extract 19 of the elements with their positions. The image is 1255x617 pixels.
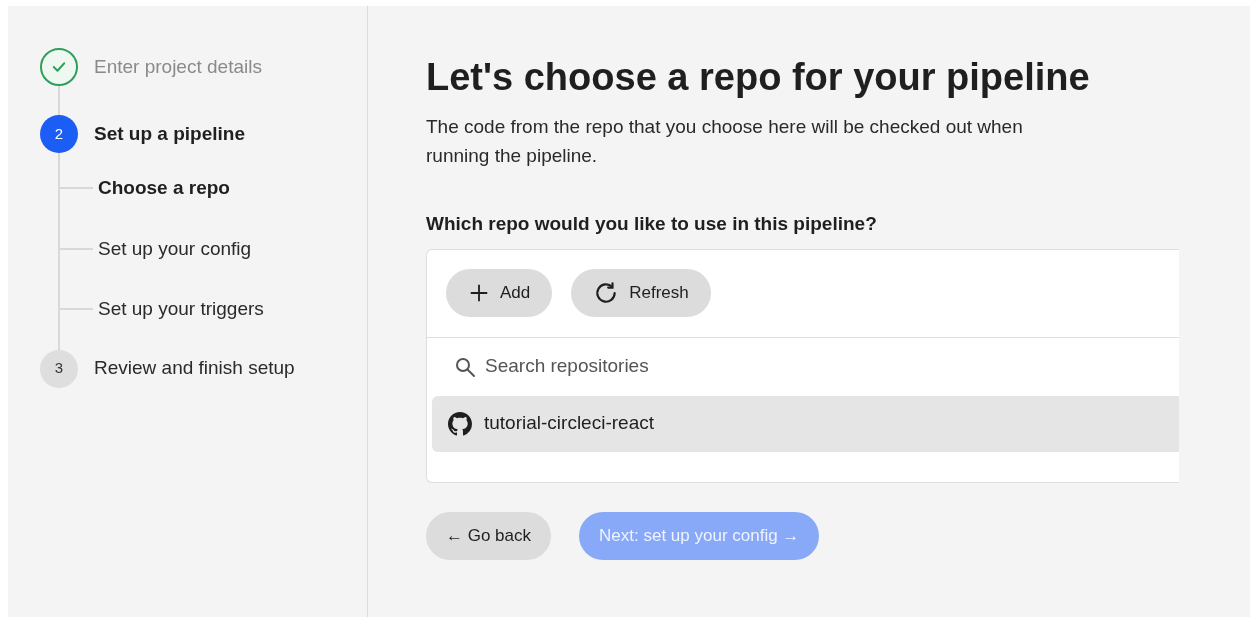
github-icon: [448, 411, 472, 436]
repo-name: tutorial-circleci-react: [484, 411, 654, 436]
step-label: Review and finish setup: [94, 356, 295, 381]
question-label: Which repo would you like to use in this pipeline?: [426, 212, 878, 236]
substep-item[interactable]: Choose a repo: [98, 174, 230, 203]
refresh-button[interactable]: Refresh: [571, 269, 711, 317]
search-field[interactable]: Search repositories: [485, 352, 1153, 381]
page-title: Let's choose a repo for your pipeline: [426, 55, 1091, 100]
repo-item[interactable]: tutorial-circleci-react: [432, 395, 1179, 452]
substep-item[interactable]: Set up your triggers: [98, 295, 264, 324]
step-label: Set up a pipeline: [94, 121, 245, 146]
step-label: Enter project details: [94, 54, 262, 79]
substep-item[interactable]: Set up your config: [98, 234, 252, 263]
step-number: 2: [40, 115, 78, 153]
add-button[interactable]: Add: [446, 269, 553, 317]
back-button[interactable]: ← Go back: [426, 511, 552, 560]
step-number: 3: [40, 349, 78, 388]
plus-icon: [468, 282, 490, 304]
description: The code from the repo that you choose here will be checked out when running the pipeline.: [426, 115, 1024, 168]
